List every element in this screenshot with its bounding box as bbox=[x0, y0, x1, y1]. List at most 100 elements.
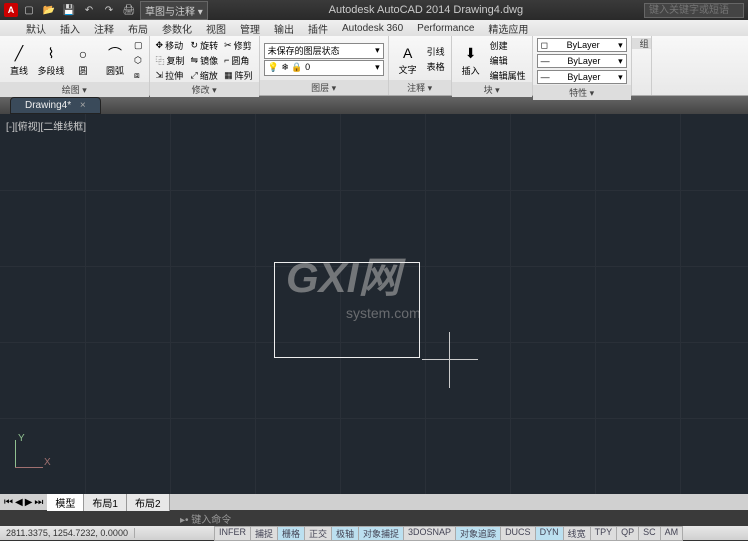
nav-first-icon[interactable]: ⏮ bbox=[4, 497, 13, 508]
text-icon: A bbox=[398, 43, 418, 63]
command-line[interactable]: ▸• 键入命令 bbox=[0, 510, 748, 526]
tab-parametric[interactable]: 参数化 bbox=[156, 21, 198, 36]
scale-button[interactable]: ⤢ 缩放 bbox=[189, 68, 221, 82]
workspace-dropdown[interactable]: 草图与注释 ▾ bbox=[140, 1, 208, 20]
drawing-canvas[interactable]: [-][俯视][二维线框] GXI网 system.com Y X bbox=[0, 114, 748, 494]
model-tab[interactable]: 模型 bbox=[47, 494, 84, 511]
insert-icon: ⬇ bbox=[461, 44, 481, 64]
draw-tool-1[interactable]: ▢ bbox=[132, 38, 145, 52]
chevron-down-icon: ▾ bbox=[618, 72, 623, 83]
qat-save-icon[interactable]: 💾 bbox=[60, 2, 78, 18]
status-lwt[interactable]: 线宽 bbox=[563, 526, 591, 541]
status-3dosnap[interactable]: 3DOSNAP bbox=[403, 526, 456, 541]
status-am[interactable]: AM bbox=[660, 526, 684, 541]
status-infer[interactable]: INFER bbox=[214, 526, 251, 541]
layer-state-dropdown[interactable]: 未保存的图层状态▾ bbox=[264, 43, 384, 59]
status-osnap[interactable]: 对象捕捉 bbox=[358, 526, 404, 541]
nav-prev-icon[interactable]: ◀ bbox=[15, 497, 23, 508]
text-button[interactable]: A文字 bbox=[393, 38, 423, 80]
qat-open-icon[interactable]: 📂 bbox=[40, 2, 58, 18]
tab-default[interactable]: 默认 bbox=[20, 21, 52, 36]
coordinates[interactable]: 2811.3375, 1254.7232, 0.0000 bbox=[0, 528, 135, 538]
array-button[interactable]: ▦ 阵列 bbox=[222, 68, 255, 82]
panel-group: 组 bbox=[632, 36, 652, 95]
linetype-dropdown[interactable]: — ByLayer ▾ bbox=[537, 70, 627, 84]
status-qp[interactable]: QP bbox=[616, 526, 639, 541]
mirror-button[interactable]: ⇋ 镜像 bbox=[189, 53, 221, 67]
nav-last-icon[interactable]: ⏭ bbox=[34, 497, 43, 508]
panel-layers-title: 图层 ▾ bbox=[260, 80, 388, 95]
drawn-rectangle[interactable] bbox=[274, 262, 420, 358]
ribbon: ╱直线 ⌇多段线 ○圆 ⌒圆弧 ▢ ⬡ ⧈ 绘图 ▾ ✥ 移动 ⿻ 复制 ⇲ 拉… bbox=[0, 36, 748, 96]
stretch-button[interactable]: ⇲ 拉伸 bbox=[154, 68, 187, 82]
copy-button[interactable]: ⿻ 复制 bbox=[154, 53, 187, 67]
tab-a360[interactable]: Autodesk 360 bbox=[336, 23, 409, 34]
status-snap[interactable]: 捕捉 bbox=[250, 526, 278, 541]
titlebar-right bbox=[644, 3, 748, 18]
tab-view[interactable]: 视图 bbox=[200, 21, 232, 36]
qat-new-icon[interactable]: ▢ bbox=[20, 2, 38, 18]
draw-tool-2[interactable]: ⬡ bbox=[132, 53, 145, 67]
table-button[interactable]: 表格 bbox=[425, 60, 447, 74]
lineweight-dropdown[interactable]: — ByLayer ▾ bbox=[537, 54, 627, 68]
layout2-tab[interactable]: 布局2 bbox=[127, 494, 170, 511]
color-dropdown[interactable]: ◻ ByLayer ▾ bbox=[537, 38, 627, 52]
panel-modify-title: 修改 ▾ bbox=[150, 82, 259, 97]
leader-button[interactable]: 引线 bbox=[425, 45, 447, 59]
status-ortho[interactable]: 正交 bbox=[304, 526, 332, 541]
close-icon[interactable]: × bbox=[80, 100, 86, 111]
status-otrack[interactable]: 对象追踪 bbox=[455, 526, 501, 541]
ucs-x-axis bbox=[15, 467, 43, 468]
insert-label: 插入 bbox=[462, 64, 480, 77]
ucs-x-label: X bbox=[44, 457, 51, 468]
fillet-button[interactable]: ⌐ 圆角 bbox=[222, 53, 255, 67]
status-grid[interactable]: 栅格 bbox=[277, 526, 305, 541]
arc-button[interactable]: ⌒圆弧 bbox=[100, 39, 130, 81]
layer-dropdown[interactable]: 💡 ❄ 🔒 0▾ bbox=[264, 60, 384, 76]
tab-layout[interactable]: 布局 bbox=[122, 21, 154, 36]
tab-performance[interactable]: Performance bbox=[411, 23, 480, 34]
title-bar: A ▢ 📂 💾 ↶ ↷ 🖨 草图与注释 ▾ Autodesk AutoCAD 2… bbox=[0, 0, 748, 20]
draw-tool-3[interactable]: ⧈ bbox=[132, 68, 145, 82]
titlebar-left: A ▢ 📂 💾 ↶ ↷ 🖨 草图与注释 ▾ bbox=[0, 1, 208, 20]
qat-redo-icon[interactable]: ↷ bbox=[100, 2, 118, 18]
status-bar: 2811.3375, 1254.7232, 0.0000 INFER 捕捉 栅格… bbox=[0, 526, 748, 540]
status-tpy[interactable]: TPY bbox=[590, 526, 618, 541]
status-dyn[interactable]: DYN bbox=[535, 526, 564, 541]
line-button[interactable]: ╱直线 bbox=[4, 39, 34, 81]
nav-next-icon[interactable]: ▶ bbox=[25, 497, 33, 508]
tab-manage[interactable]: 管理 bbox=[234, 21, 266, 36]
tab-annotate[interactable]: 注释 bbox=[88, 21, 120, 36]
file-tab[interactable]: Drawing4* × bbox=[10, 97, 101, 114]
circle-label: 圆 bbox=[78, 64, 87, 77]
edit-attr-button[interactable]: 编辑属性 bbox=[488, 68, 528, 82]
tab-plugins[interactable]: 插件 bbox=[302, 21, 334, 36]
rotate-button[interactable]: ↻ 旋转 bbox=[189, 38, 221, 52]
app-icon[interactable]: A bbox=[4, 3, 18, 17]
chevron-down-icon: ▾ bbox=[375, 62, 380, 73]
search-input[interactable] bbox=[644, 3, 744, 18]
viewport-label[interactable]: [-][俯视][二维线框] bbox=[6, 118, 86, 133]
status-sc[interactable]: SC bbox=[638, 526, 661, 541]
line-icon: ╱ bbox=[9, 44, 29, 64]
tab-insert[interactable]: 插入 bbox=[54, 21, 86, 36]
qat-print-icon[interactable]: 🖨 bbox=[120, 2, 138, 18]
circle-button[interactable]: ○圆 bbox=[68, 39, 98, 81]
insert-button[interactable]: ⬇插入 bbox=[456, 39, 486, 81]
status-ducs[interactable]: DUCS bbox=[500, 526, 536, 541]
status-polar[interactable]: 极轴 bbox=[331, 526, 359, 541]
layout1-tab[interactable]: 布局1 bbox=[84, 494, 127, 511]
panel-block-title: 块 ▾ bbox=[452, 82, 532, 97]
polyline-button[interactable]: ⌇多段线 bbox=[36, 39, 66, 81]
circle-icon: ○ bbox=[73, 44, 93, 64]
move-button[interactable]: ✥ 移动 bbox=[154, 38, 187, 52]
tab-output[interactable]: 输出 bbox=[268, 21, 300, 36]
tab-featured[interactable]: 精选应用 bbox=[482, 21, 534, 36]
trim-button[interactable]: ✂ 修剪 bbox=[222, 38, 255, 52]
create-block-button[interactable]: 创建 bbox=[488, 38, 528, 52]
edit-block-button[interactable]: 编辑 bbox=[488, 53, 528, 67]
qat-undo-icon[interactable]: ↶ bbox=[80, 2, 98, 18]
ucs-y-axis bbox=[15, 440, 16, 468]
panel-block: ⬇插入 创建 编辑 编辑属性 块 ▾ bbox=[452, 36, 533, 95]
commandline-prompt: ▸• 键入命令 bbox=[180, 511, 231, 526]
